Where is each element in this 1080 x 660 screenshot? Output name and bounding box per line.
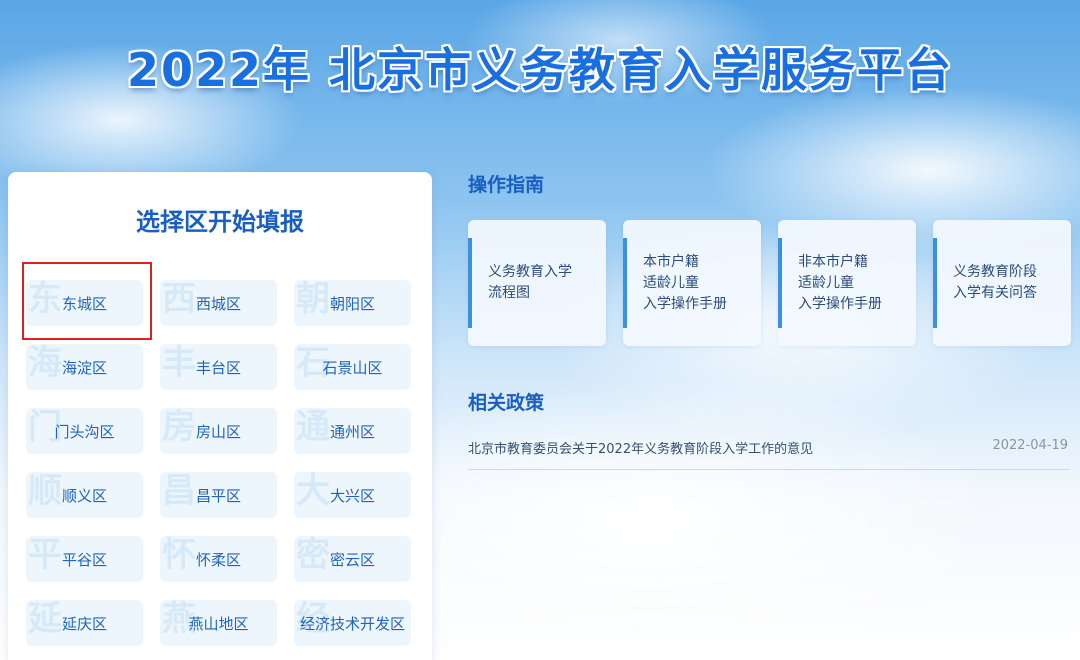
guide-card-text: 非本市户籍适龄儿童入学操作手册 (798, 220, 908, 346)
district-label: 平谷区 (61, 550, 107, 569)
district-button[interactable]: 平平谷区 (26, 536, 143, 582)
district-watermark: 朝 (296, 280, 330, 319)
district-button[interactable]: 顺顺义区 (26, 472, 143, 518)
guide-card-accent-bar (468, 238, 472, 328)
guide-card[interactable]: 义务教育入学 流程图 (468, 220, 606, 346)
policy-section-title: 相关政策 (468, 392, 545, 414)
district-watermark: 延 (28, 600, 62, 639)
district-watermark: 密 (296, 536, 330, 575)
district-panel: 选择区开始填报 东东城区西西城区朝朝阳区海海淀区丰丰台区石石景山区门门头沟区房房… (8, 172, 432, 660)
district-label: 房山区 (195, 422, 241, 441)
district-button[interactable]: 大大兴区 (294, 472, 411, 518)
district-button[interactable]: 石石景山区 (294, 344, 411, 390)
policy-item-date: 2022-04-19 (992, 438, 1068, 453)
guide-card-text: 义务教育阶段 入学有关问答 (953, 220, 1063, 346)
district-button[interactable]: 昌昌平区 (160, 472, 277, 518)
district-label: 海淀区 (61, 358, 107, 377)
district-label: 朝阳区 (329, 294, 375, 313)
district-label: 昌平区 (195, 486, 241, 505)
district-label: 东城区 (61, 294, 107, 313)
district-button[interactable]: 东东城区 (26, 280, 143, 326)
guide-card-line: 流程图 (488, 285, 530, 301)
district-button[interactable]: 燕燕山地区 (160, 600, 277, 646)
guide-card[interactable]: 本市户籍适龄儿童入学操作手册 (623, 220, 761, 346)
guide-card-line: 入学操作手册 (798, 295, 882, 312)
district-button[interactable]: 延延庆区 (26, 600, 143, 646)
guide-card-accent-bar (933, 238, 937, 328)
district-watermark: 顺 (28, 472, 62, 511)
guide-section-title: 操作指南 (468, 174, 545, 196)
district-watermark: 通 (296, 408, 330, 447)
district-button[interactable]: 怀怀柔区 (160, 536, 277, 582)
guide-card-line: 义务教育阶段 (953, 264, 1037, 280)
district-watermark: 海 (28, 344, 62, 383)
district-button[interactable]: 房房山区 (160, 408, 277, 454)
district-label: 石景山区 (322, 358, 383, 377)
district-label: 门头沟区 (54, 422, 115, 441)
district-watermark: 西 (162, 280, 196, 319)
district-button[interactable]: 朝朝阳区 (294, 280, 411, 326)
page-title: 2022年 北京市义务教育入学服务平台 (126, 43, 954, 97)
district-button[interactable]: 门门头沟区 (26, 408, 143, 454)
guide-card[interactable]: 非本市户籍适龄儿童入学操作手册 (778, 220, 916, 346)
guide-card-line: 入学有关问答 (953, 285, 1037, 301)
guide-card-text: 义务教育入学 流程图 (488, 220, 598, 346)
district-label: 延庆区 (61, 614, 107, 633)
district-label: 西城区 (195, 294, 241, 313)
district-label: 燕山地区 (188, 614, 249, 633)
policy-list-item[interactable]: 北京市教育委员会关于2022年义务教育阶段入学工作的意见 2022-04-19 (468, 432, 1070, 470)
district-watermark: 房 (162, 408, 196, 447)
district-label: 怀柔区 (195, 550, 241, 569)
district-watermark: 平 (28, 536, 62, 575)
guide-card-line: 入学操作手册 (643, 295, 727, 312)
district-button[interactable]: 密密云区 (294, 536, 411, 582)
district-grid: 东东城区西西城区朝朝阳区海海淀区丰丰台区石石景山区门门头沟区房房山区通通州区顺顺… (26, 280, 411, 646)
district-label: 丰台区 (195, 358, 241, 377)
guide-card-line: 非本市户籍 (798, 253, 868, 270)
district-watermark: 东 (28, 280, 62, 319)
guide-card-line: 义务教育入学 (488, 264, 572, 280)
district-label: 通州区 (329, 422, 375, 441)
district-watermark: 大 (296, 472, 330, 511)
district-button[interactable]: 经经济技术开发区 (294, 600, 411, 646)
district-label: 大兴区 (329, 486, 375, 505)
district-button[interactable]: 丰丰台区 (160, 344, 277, 390)
district-label: 密云区 (329, 550, 375, 569)
district-button[interactable]: 西西城区 (160, 280, 277, 326)
district-watermark: 昌 (162, 472, 196, 511)
district-label: 经济技术开发区 (299, 614, 405, 633)
guide-card-accent-bar (778, 238, 782, 328)
district-button[interactable]: 海海淀区 (26, 344, 143, 390)
policy-item-title[interactable]: 北京市教育委员会关于2022年义务教育阶段入学工作的意见 (468, 432, 813, 457)
guide-card-line: 适龄儿童 (798, 274, 854, 291)
guide-card[interactable]: 义务教育阶段 入学有关问答 (933, 220, 1071, 346)
district-label: 顺义区 (61, 486, 107, 505)
guide-card-line: 适龄儿童 (643, 274, 699, 291)
district-watermark: 怀 (162, 536, 196, 575)
guide-card-line: 本市户籍 (643, 253, 699, 270)
district-panel-title: 选择区开始填报 (136, 207, 304, 236)
district-watermark: 丰 (162, 344, 196, 383)
guide-card-text: 本市户籍适龄儿童入学操作手册 (643, 220, 753, 346)
district-button[interactable]: 通通州区 (294, 408, 411, 454)
guide-card-accent-bar (623, 238, 627, 328)
